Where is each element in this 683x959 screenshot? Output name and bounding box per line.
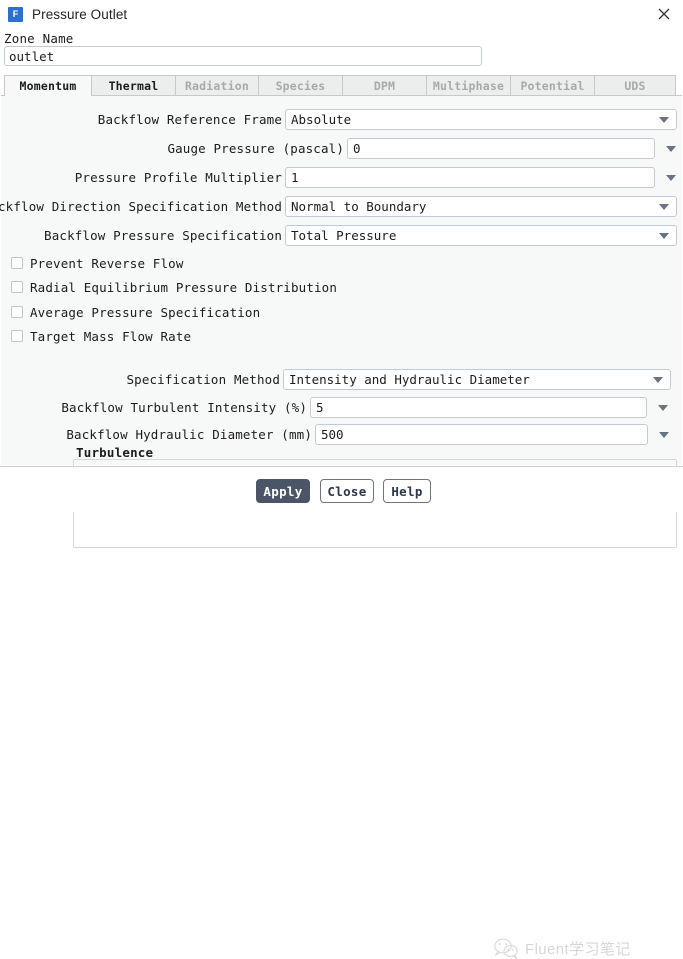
text-field[interactable]: 5 (310, 397, 647, 418)
chevron-down-icon[interactable] (653, 397, 673, 418)
tab-radiation[interactable]: Radiation (175, 75, 259, 96)
chevron-down-glyph (658, 404, 668, 411)
chevron-down-glyph (666, 174, 676, 181)
field-label: Gauge Pressure (pascal) (167, 141, 344, 156)
text-field[interactable]: 500 (315, 424, 648, 445)
chevron-down-glyph (666, 145, 676, 152)
turbulence-group-title: Turbulence (73, 445, 157, 460)
checkbox-label: Radial Equilibrium Pressure Distribution (30, 279, 338, 295)
text-field[interactable]: 0 (347, 138, 655, 159)
close-icon[interactable] (651, 2, 677, 26)
checkbox-icon[interactable] (11, 330, 23, 342)
checkbox-label: Prevent Reverse Flow (30, 255, 184, 271)
checkbox-icon[interactable] (11, 257, 23, 269)
checkbox-row[interactable]: Radial Equilibrium Pressure Distribution (11, 278, 337, 296)
field-label: Backflow Reference Frame (97, 112, 282, 127)
chevron-down-icon[interactable] (659, 116, 669, 123)
field-value: Total Pressure (291, 228, 397, 243)
field-value: Intensity and Hydraulic Diameter (289, 372, 530, 387)
help-button[interactable]: Help (383, 479, 431, 503)
chevron-down-glyph (659, 431, 669, 438)
tab-momentum[interactable]: Momentum (4, 75, 92, 96)
field-value: 0 (353, 141, 361, 156)
field-label: Backflow Direction Specification Method (0, 199, 282, 214)
field-label: Pressure Profile Multiplier (74, 170, 282, 185)
checkbox-icon[interactable] (11, 306, 23, 318)
chevron-down-icon[interactable] (653, 376, 663, 383)
checkbox-row[interactable]: Average Pressure Specification (11, 303, 260, 321)
field-label: Specification Method (126, 372, 280, 387)
dropdown-field[interactable]: Total Pressure (285, 225, 677, 246)
fluent-app-icon: F (8, 6, 23, 22)
checkbox-row[interactable]: Prevent Reverse Flow (11, 254, 184, 272)
dialog-footer: Apply Close Help Fluent学习笔记 (0, 466, 683, 959)
pressure-outlet-dialog: F Pressure Outlet Zone Name MomentumTher… (0, 0, 683, 959)
field-label: Backflow Pressure Specification (44, 228, 282, 243)
tab-dpm[interactable]: DPM (342, 75, 427, 96)
tab-bar: Momentum Thermal Radiation Species DPM Multip… (4, 75, 679, 96)
chevron-down-icon[interactable] (659, 232, 669, 239)
field-value: Normal to Boundary (291, 199, 427, 214)
chevron-down-icon[interactable] (661, 138, 681, 159)
tab-thermal[interactable]: Thermal (91, 75, 176, 96)
tab-species[interactable]: Species (258, 75, 343, 96)
window-title: Pressure Outlet (32, 6, 128, 22)
title-bar: F Pressure Outlet (0, 0, 683, 28)
zone-name-input[interactable] (4, 46, 482, 66)
text-field[interactable]: 1 (285, 167, 655, 188)
chevron-down-icon[interactable] (659, 203, 669, 210)
checkbox-label: Average Pressure Specification (30, 304, 261, 320)
dropdown-field[interactable]: Normal to Boundary (285, 196, 677, 217)
field-value: 500 (321, 427, 344, 442)
checkbox-icon[interactable] (11, 281, 23, 293)
dropdown-field[interactable]: Intensity and Hydraulic Diameter (283, 369, 671, 390)
checkbox-label: Target Mass Flow Rate (30, 328, 192, 344)
field-value: 5 (316, 400, 324, 415)
momentum-panel: Backflow Reference Frame Absolute Gauge Pr… (0, 95, 682, 548)
watermark-text: Fluent学习笔记 (525, 940, 631, 958)
chevron-down-icon[interactable] (661, 167, 681, 188)
field-label: Backflow Hydraulic Diameter (mm) (66, 427, 312, 442)
tab-multiphase[interactable]: Multiphase (426, 75, 511, 96)
dropdown-field[interactable]: Absolute (285, 109, 677, 130)
checkbox-row[interactable]: Target Mass Flow Rate (11, 327, 191, 345)
watermark: Fluent学习笔记 (493, 937, 631, 959)
tab-uds[interactable]: UDS (594, 75, 676, 96)
field-value: Absolute (291, 112, 352, 127)
tab-potential[interactable]: Potential (510, 75, 595, 96)
field-value: 1 (291, 170, 299, 185)
zone-name-label: Zone Name (4, 31, 74, 46)
field-label: Backflow Turbulent Intensity (%) (61, 400, 307, 415)
close-button[interactable]: Close (320, 479, 374, 503)
chevron-down-icon[interactable] (654, 424, 674, 445)
apply-button[interactable]: Apply (256, 479, 310, 503)
wechat-icon (494, 938, 518, 959)
